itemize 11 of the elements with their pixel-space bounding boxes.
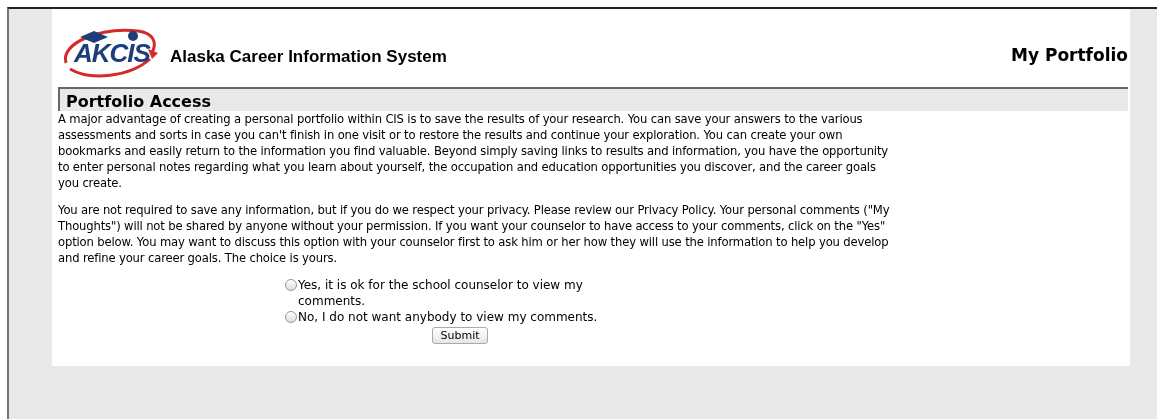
section-title: Portfolio Access	[66, 92, 211, 111]
submit-button[interactable]: Submit	[432, 327, 488, 344]
radio-button[interactable]	[285, 279, 297, 291]
radio-button[interactable]	[285, 311, 297, 323]
paragraph: A major advantage of creating a personal portfolio within CIS is to save the results of your research. You can save your answers to the various assessments and sorts in case you can't finish in one visit or to restore the results and continue your exploration. You can create your own bookmarks and easily return to the information you find valuable. Beyond simply saving links to results and information, you have the opportunity to enter personal notes regarding what you learn about yourself, the occupation and education opportunities you discover, and the career goals you create.	[58, 111, 890, 191]
logo-text: AKCIS	[74, 39, 150, 67]
page-title: My Portfolio	[1011, 45, 1128, 65]
paragraph: You are not required to save any information, but if you do we respect your privacy. Please review our Privacy Policy. Your personal comments ("My Thoughts") will not be shared by anyone without your permission. If you want your counselor to have access to your comments, click on the "Yes" option below. You may want to discuss this option with your counselor first to ask him or her how they will use the information to help you develop and refine your career goals. The choice is yours.	[58, 202, 891, 266]
option-label: No, I do not want anybody to view my comments.	[298, 309, 598, 325]
site-title: Alaska Career Information System	[170, 47, 447, 67]
option-label: Yes, it is ok for the school counselor to view my comments.	[298, 277, 584, 309]
